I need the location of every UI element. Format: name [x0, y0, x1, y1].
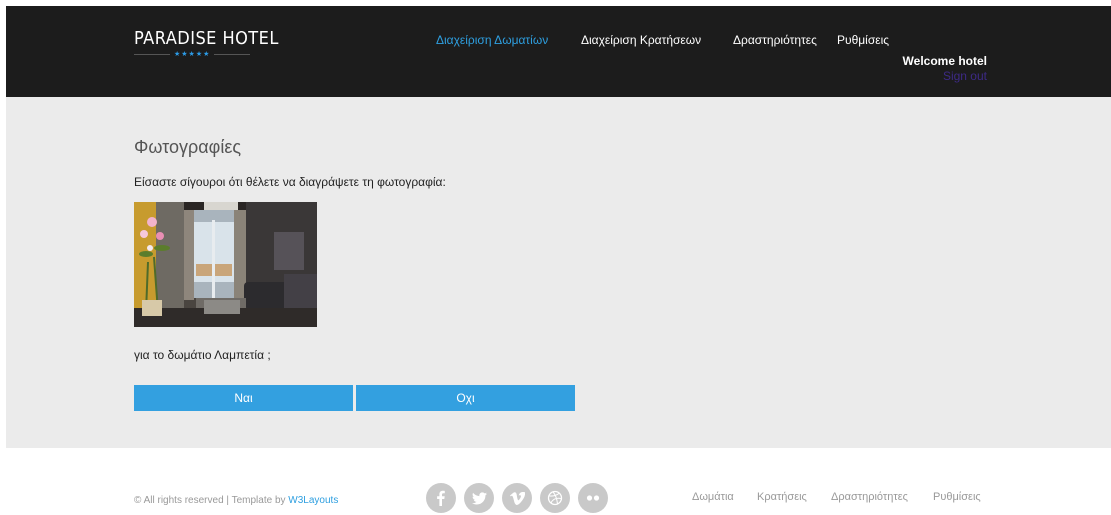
page-title: Φωτογραφίες — [134, 137, 242, 157]
copyright: © All rights reserved | Template by W3La… — [134, 495, 338, 506]
copyright-text: © All rights reserved | Template by — [134, 495, 286, 506]
nav-item-settings[interactable]: Ρυθμίσεις — [837, 33, 889, 47]
header-bar: PARADISE HOTEL ★★★★★ Διαχείριση Δωματίων… — [6, 6, 1111, 97]
footer: © All rights reserved | Template by W3La… — [0, 448, 1111, 515]
signout-link[interactable]: Sign out — [903, 69, 987, 83]
yes-button[interactable]: Ναι — [134, 385, 353, 411]
logo-rule-left — [134, 53, 170, 55]
footer-link-settings[interactable]: Ρυθμίσεις — [933, 491, 981, 503]
twitter-icon[interactable] — [464, 483, 494, 513]
logo-stars: ★★★★★ — [174, 51, 211, 58]
footer-link-activities[interactable]: Δραστηριότητες — [831, 491, 908, 503]
user-panel: Welcome hotel Sign out — [903, 54, 987, 83]
no-button[interactable]: Οχι — [356, 385, 575, 411]
room-photo — [134, 202, 317, 327]
footer-link-bookings[interactable]: Κρατήσεις — [757, 491, 807, 503]
footer-link-rooms[interactable]: Δωμάτια — [692, 491, 734, 503]
nav-item-rooms[interactable]: Διαχείριση Δωματίων — [436, 33, 548, 47]
social-icons — [426, 483, 608, 513]
nav-item-activities[interactable]: Δραστηριότητες — [733, 33, 817, 47]
flickr-icon[interactable] — [578, 483, 608, 513]
nav-item-bookings[interactable]: Διαχείριση Κρατήσεων — [581, 33, 701, 47]
dribbble-icon[interactable] — [540, 483, 570, 513]
room-text: για το δωμάτιο Λαμπετία ; — [134, 348, 271, 362]
room-photo-image — [134, 202, 317, 327]
logo[interactable]: PARADISE HOTEL ★★★★★ — [134, 28, 279, 58]
vimeo-icon[interactable] — [502, 483, 532, 513]
w3layouts-link[interactable]: W3Layouts — [288, 495, 338, 506]
logo-rule-right — [214, 53, 251, 55]
welcome-text: Welcome hotel — [902, 54, 987, 68]
confirm-text: Είσαστε σίγουροι ότι θέλετε να διαγράψετ… — [134, 175, 446, 189]
logo-text: PARADISE HOTEL — [134, 28, 279, 49]
facebook-icon[interactable] — [426, 483, 456, 513]
main-content: Φωτογραφίες Είσαστε σίγουροι ότι θέλετε … — [6, 97, 1111, 448]
